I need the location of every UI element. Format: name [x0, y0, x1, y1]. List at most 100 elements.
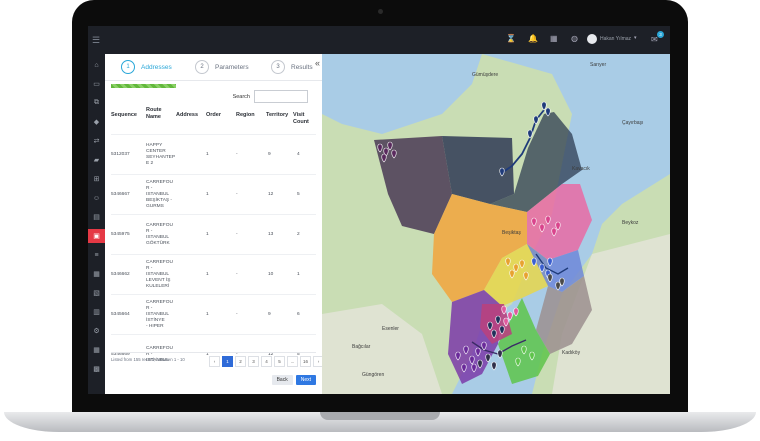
map-label: Esenler — [382, 326, 399, 332]
prev-page-button[interactable]: ‹ — [209, 356, 220, 367]
sidebar-truck-icon[interactable]: ▰ — [88, 153, 105, 167]
sidebar-calendar-icon[interactable]: ▦ — [88, 267, 105, 281]
map-label: Kavacık — [572, 166, 590, 172]
page-button[interactable]: 4 — [261, 356, 272, 367]
map-label: Gümüşdere — [472, 72, 498, 78]
map-pin[interactable] — [527, 129, 533, 139]
map-label: Kadıköy — [562, 350, 581, 356]
avatar[interactable] — [587, 34, 597, 44]
laptop-notch — [320, 412, 440, 420]
collapse-panel-icon[interactable]: « — [315, 58, 320, 68]
next-button[interactable]: Next — [295, 375, 316, 385]
sidebar-route-icon[interactable]: ⇄ — [88, 134, 105, 148]
sidebar-chart-icon[interactable]: ▥ — [88, 305, 105, 319]
col-sequence[interactable]: Sequence — [111, 112, 137, 119]
back-button[interactable]: Back — [271, 375, 293, 385]
map-label: Bağcılar — [352, 344, 371, 350]
wizard-progress-bar — [111, 84, 177, 88]
hourglass-icon[interactable]: ⌛ — [506, 34, 516, 43]
table-row[interactable]: 5345975 CARREFOU R - ISTANBUL GÖKTÜRK 1 - 13… — [111, 214, 316, 255]
cell-territory: 12 — [268, 192, 274, 197]
search-label: Search — [232, 93, 250, 100]
cell-order: 1 — [206, 272, 209, 277]
page-button[interactable]: 1 — [222, 356, 233, 367]
col-order[interactable]: Order — [206, 112, 221, 119]
sidebar: ⌂ ▭ ⧉ ◆ ⇄ ▰ ⊞ ☺ ▤ ▣ ≡ ▦ ▧ ▥ ⚙ ▦ ▩ — [88, 54, 105, 394]
cell-visit-count: 1 — [297, 272, 300, 277]
step-number: 1 — [121, 60, 135, 74]
cell-route-name: CARREFOU R - ISTANBUL GÖKTÜRK — [146, 223, 173, 246]
sidebar-tag-icon[interactable]: ◆ — [88, 115, 105, 129]
wizard-steps: 1 Addresses 2 Parameters 3 Results — [105, 54, 322, 81]
search-input[interactable] — [254, 90, 308, 103]
cell-region: - — [236, 232, 238, 237]
cell-route-name: CARREFOU R - ISTANBUL BEŞİKTAŞ - GURMS — [146, 180, 173, 209]
sidebar-calendar2-icon[interactable]: ▦ — [88, 343, 105, 357]
sidebar-monitor-icon[interactable]: ▭ — [88, 77, 105, 91]
sidebar-list-icon[interactable]: ≡ — [88, 248, 105, 262]
calendar-icon[interactable]: ▦ — [550, 34, 558, 43]
table-row[interactable]: 5312037 HAPPY CENTER SEYHANTEP E 2 1 - 9 4 — [111, 134, 316, 175]
map-canvas[interactable]: Gümüşdere Sarıyer Çayırbaşı Beykoz Kavacık Be… — [322, 54, 670, 394]
globe-icon[interactable]: ◍ — [571, 34, 578, 43]
sidebar-home-icon[interactable]: ⌂ — [88, 58, 105, 72]
sidebar-settings-icon[interactable]: ⚙ — [88, 324, 105, 338]
camera-dot — [378, 9, 383, 14]
cell-sequence: 5346667 — [111, 192, 130, 197]
cell-visit-count: 4 — [297, 152, 300, 157]
pagination: Listed from 155 record, between 1 - 10 ‹… — [111, 352, 324, 367]
col-route-name[interactable]: Route Name — [146, 107, 168, 121]
urban-area — [322, 304, 442, 394]
cell-sequence: 5312037 — [111, 152, 130, 157]
map-label: Beykoz — [622, 220, 639, 226]
cell-sequence: 5346662 — [111, 272, 130, 277]
page-button[interactable]: 3 — [248, 356, 259, 367]
step-parameters[interactable]: 2 Parameters — [195, 60, 249, 74]
sidebar-org-icon[interactable]: ⧉ — [88, 96, 105, 110]
wizard-panel: 1 Addresses 2 Parameters 3 Results « Sea… — [105, 54, 324, 394]
territory-map[interactable]: Gümüşdere Sarıyer Çayırbaşı Beykoz Kavacık Be… — [322, 54, 670, 394]
sidebar-cart-icon[interactable]: ⊞ — [88, 172, 105, 186]
sidebar-doc-icon[interactable]: ▤ — [88, 210, 105, 224]
cell-order: 1 — [206, 232, 209, 237]
col-visit-count[interactable]: Visit Count — [293, 112, 316, 126]
col-address[interactable]: Address — [176, 112, 198, 119]
cell-territory: 13 — [268, 232, 274, 237]
wizard-buttons: Back Next — [271, 375, 316, 385]
chevron-down-icon[interactable]: ▾ — [634, 35, 637, 41]
laptop-base — [0, 412, 760, 441]
cell-region: - — [236, 272, 238, 277]
sidebar-map-icon[interactable]: ▣ — [88, 229, 105, 243]
page-button[interactable]: 16 — [300, 356, 311, 367]
search-area: Search — [233, 90, 308, 103]
sidebar-store-icon[interactable]: ▩ — [88, 362, 105, 376]
menu-icon[interactable]: ☰ — [92, 35, 100, 46]
cell-territory: 9 — [268, 152, 271, 157]
sidebar-clipboard-icon[interactable]: ▧ — [88, 286, 105, 300]
page-button[interactable]: ... — [287, 356, 298, 367]
col-region[interactable]: Region — [236, 112, 255, 119]
table-row[interactable]: 5346667 CARREFOU R - ISTANBUL BEŞİKTAŞ - … — [111, 174, 316, 215]
cell-visit-count: 6 — [297, 312, 300, 317]
pagination-info: Listed from 155 record, between 1 - 10 — [111, 357, 185, 362]
sidebar-users-icon[interactable]: ☺ — [88, 191, 105, 205]
col-territory[interactable]: Territory — [266, 112, 288, 119]
map-label: Çayırbaşı — [622, 120, 643, 126]
step-label: Results — [291, 63, 313, 71]
table-row[interactable]: 5345664 CARREFOU R - ISTANBUL İSTİNYE - H… — [111, 294, 316, 335]
map-pin[interactable] — [541, 101, 547, 111]
step-results[interactable]: 3 Results — [271, 60, 313, 74]
bell-icon[interactable]: 🔔 — [528, 34, 538, 43]
cell-region: - — [236, 312, 238, 317]
page-button[interactable]: 2 — [235, 356, 246, 367]
water-north — [322, 54, 482, 134]
step-addresses[interactable]: 1 Addresses — [121, 60, 172, 74]
cell-visit-count: 2 — [297, 232, 300, 237]
cell-order: 1 — [206, 312, 209, 317]
cell-route-name: CARREFOU R - ISTANBUL LEVENT İŞ KULELERİ — [146, 260, 173, 289]
cell-sequence: 5345975 — [111, 232, 130, 237]
page-button[interactable]: 5 — [274, 356, 285, 367]
user-name[interactable]: Hakan Yılmaz — [600, 36, 631, 42]
cell-route-name: CARREFOU R - ISTANBUL İSTİNYE - HIPER — [146, 300, 173, 329]
table-row[interactable]: 5346662 CARREFOU R - ISTANBUL LEVENT İŞ K… — [111, 254, 316, 295]
